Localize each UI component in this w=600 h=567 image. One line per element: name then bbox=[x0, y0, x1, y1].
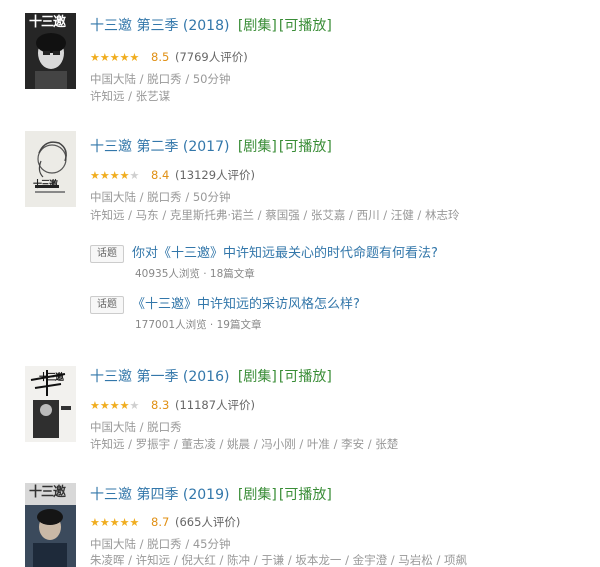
result-year: (2016) bbox=[182, 369, 230, 385]
rating-score: 8.7 bbox=[151, 515, 170, 529]
vote-count[interactable]: (13129人评价) bbox=[175, 168, 255, 182]
tag-playable[interactable]: [可播放] bbox=[279, 139, 332, 155]
result-title-row: 十三邀 第四季 (2019) [剧集] [可播放] bbox=[90, 486, 332, 504]
cast-list: 许知远 / 张艺谋 bbox=[90, 89, 171, 103]
tag-series[interactable]: [剧集] bbox=[238, 139, 277, 155]
rating-stars-icon: ★★★★★ bbox=[90, 399, 140, 412]
result-title-row: 十三邀 第二季 (2017) [剧集] [可播放] bbox=[90, 138, 332, 156]
poster-image[interactable]: 十三邀 bbox=[25, 13, 76, 89]
poster-image[interactable]: 十三邀 bbox=[25, 366, 76, 442]
result-title-link[interactable]: 十三邀 第一季 bbox=[90, 369, 178, 385]
rating-stars-icon: ★★★★★ bbox=[90, 516, 140, 529]
result-title-link[interactable]: 十三邀 第二季 bbox=[90, 139, 178, 155]
topic-question-link[interactable]: 《十三邀》中许知远的采访风格怎么样? bbox=[132, 296, 360, 314]
rating-score: 8.3 bbox=[151, 398, 170, 412]
cast-list: 许知远 / 马东 / 克里斯托弗·诺兰 / 蔡国强 / 张艾嘉 / 西川 / 汪… bbox=[90, 208, 460, 222]
rating-score: 8.5 bbox=[151, 50, 170, 64]
rating-stars-icon: ★★★★★ bbox=[90, 51, 140, 64]
tag-playable[interactable]: [可播放] bbox=[279, 369, 332, 385]
poster-caption: 十三邀 bbox=[29, 15, 66, 30]
vote-count[interactable]: (7769人评价) bbox=[175, 50, 248, 64]
result-title-link[interactable]: 十三邀 第四季 bbox=[90, 487, 178, 503]
tag-series[interactable]: [剧集] bbox=[238, 487, 277, 503]
result-year: (2018) bbox=[182, 18, 230, 34]
rating-row: ★★★★★ 8.7 (665人评价) bbox=[90, 515, 240, 530]
rating-row: ★★★★★ 8.5 (7769人评价) bbox=[90, 50, 248, 65]
poster-image[interactable]: 十三邀 bbox=[25, 131, 76, 207]
meta-info: 中国大陆 / 脱口秀 / 50分钟 bbox=[90, 190, 231, 204]
result-year: (2017) bbox=[182, 139, 230, 155]
poster-caption: 十三邀 bbox=[33, 180, 58, 190]
meta-info: 中国大陆 / 脱口秀 / 45分钟 bbox=[90, 537, 231, 551]
topic-stats: 40935人浏览 · 18篇文章 bbox=[135, 268, 255, 280]
rating-row: ★★★★★ 8.3 (11187人评价) bbox=[90, 398, 255, 413]
meta-info: 中国大陆 / 脱口秀 bbox=[90, 420, 182, 434]
topic-tag-button[interactable]: 话题 bbox=[90, 245, 124, 263]
result-year: (2019) bbox=[182, 487, 230, 503]
poster-caption: 十三邀 bbox=[39, 373, 64, 383]
result-title-row: 十三邀 第一季 (2016) [剧集] [可播放] bbox=[90, 368, 332, 386]
poster-caption: 十三邀 bbox=[29, 485, 66, 500]
tag-series[interactable]: [剧集] bbox=[238, 369, 277, 385]
portrait-icon bbox=[25, 131, 76, 207]
rating-row: ★★★★★ 8.4 (13129人评价) bbox=[90, 168, 255, 183]
rating-score: 8.4 bbox=[151, 168, 170, 182]
tag-playable[interactable]: [可播放] bbox=[279, 18, 332, 34]
meta-info: 中国大陆 / 脱口秀 / 50分钟 bbox=[90, 72, 231, 86]
topic-stats: 177001人浏览 · 19篇文章 bbox=[135, 319, 262, 331]
vote-count[interactable]: (665人评价) bbox=[175, 515, 240, 529]
cast-list: 许知远 / 罗振宇 / 董志凌 / 姚晨 / 冯小刚 / 叶准 / 李安 / 张… bbox=[90, 437, 399, 451]
result-title-link[interactable]: 十三邀 第三季 bbox=[90, 18, 178, 34]
poster-image[interactable]: 十三邀 bbox=[25, 483, 76, 567]
result-title-row: 十三邀 第三季 (2018) [剧集] [可播放] bbox=[90, 17, 332, 35]
topic-tag-button[interactable]: 话题 bbox=[90, 296, 124, 314]
cast-list: 朱凌晖 / 许知远 / 倪大红 / 陈冲 / 于谦 / 坂本龙一 / 金宇澄 /… bbox=[90, 553, 467, 567]
vote-count[interactable]: (11187人评价) bbox=[175, 398, 255, 412]
rating-stars-icon: ★★★★★ bbox=[90, 169, 140, 182]
tag-series[interactable]: [剧集] bbox=[238, 18, 277, 34]
tag-playable[interactable]: [可播放] bbox=[279, 487, 332, 503]
topic-question-link[interactable]: 你对《十三邀》中许知远最关心的时代命题有何看法? bbox=[132, 245, 438, 263]
